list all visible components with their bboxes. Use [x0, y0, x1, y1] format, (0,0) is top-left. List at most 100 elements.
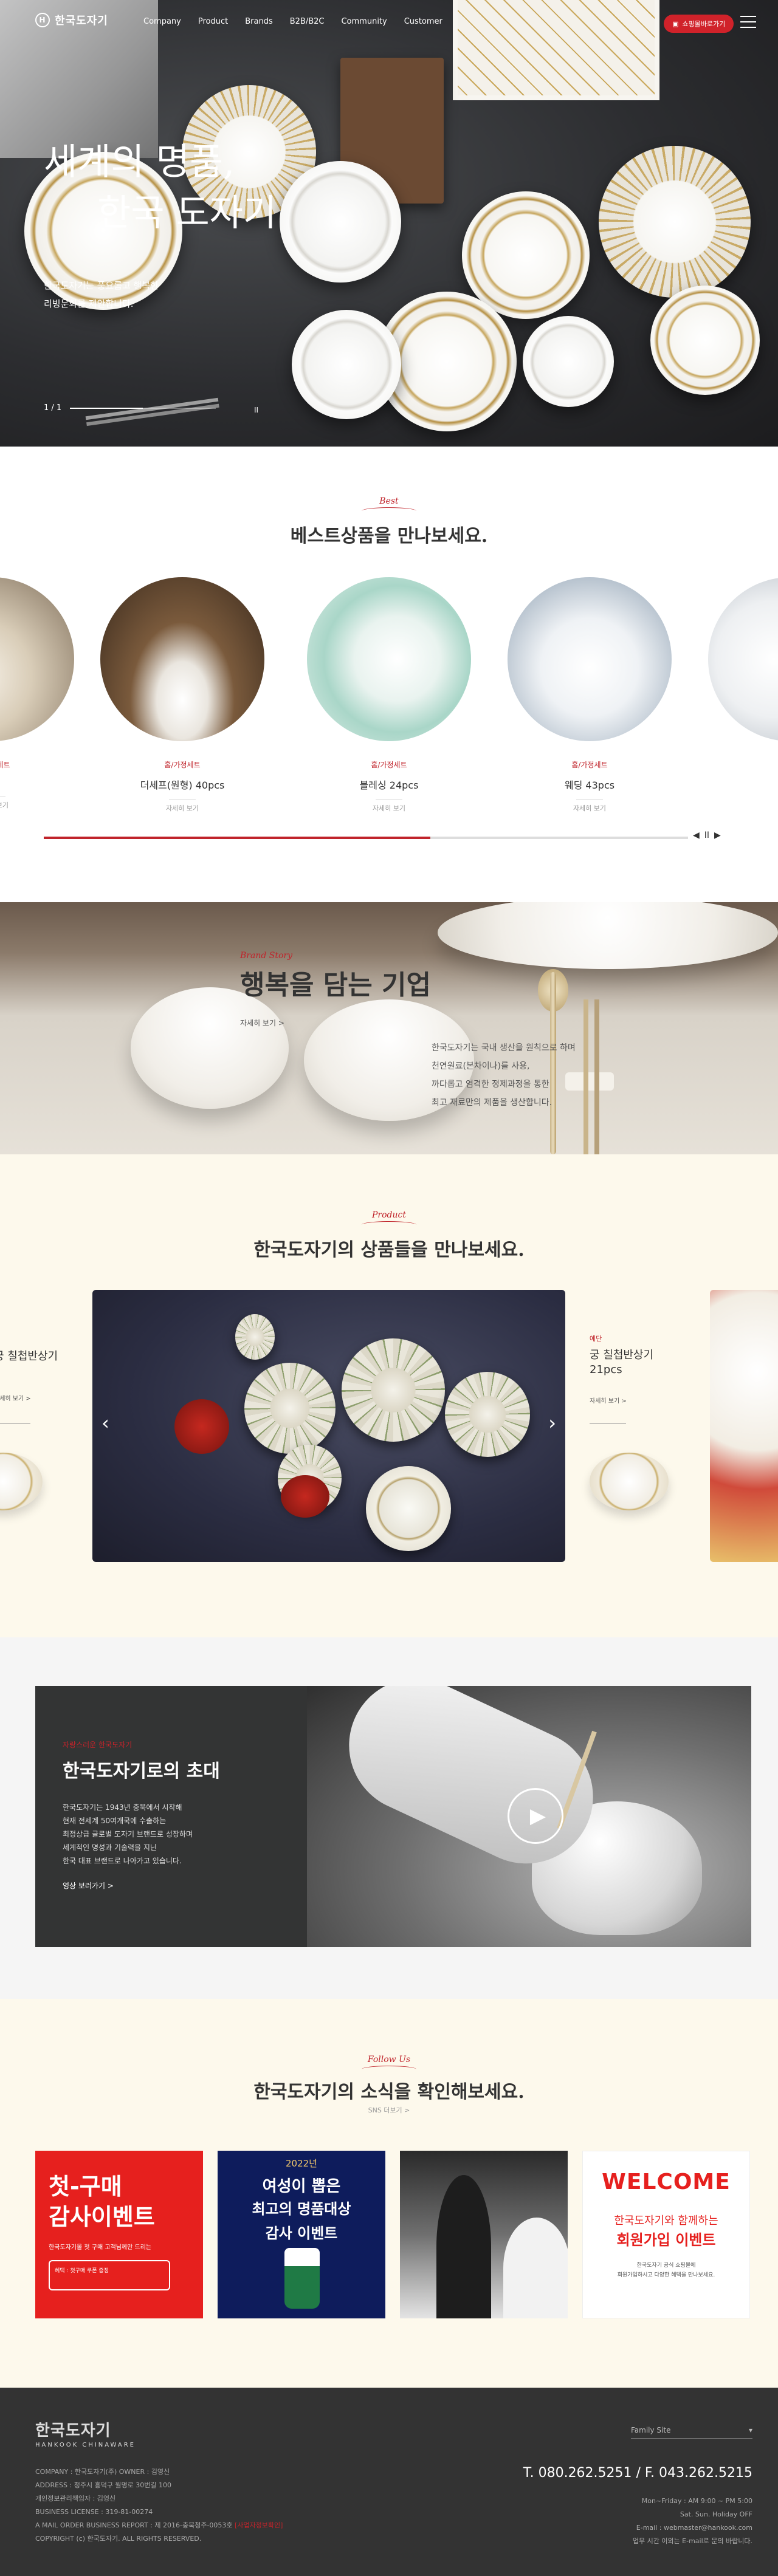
- hero-pause-button[interactable]: II: [254, 406, 258, 414]
- sns-post[interactable]: WELCOME 한국도자기와 함께하는 회원가입 이벤트 한국도자기 공식 쇼핑…: [582, 2151, 750, 2318]
- best-item[interactable]: 홈/가정세트 웨딩 43pcs 자세히 보기: [508, 577, 672, 813]
- product-plate: [244, 1363, 336, 1454]
- hero-title-line2: 한국 도자기: [97, 192, 277, 235]
- footer-hours: Mon~Friday : AM 9:00 ~ PM 5:00 Sat. Sun.…: [632, 2497, 752, 2545]
- brand-desc-line: 최고 재료만의 제품을 생산합니다.: [432, 1098, 553, 1108]
- cart-icon: ▣: [672, 20, 679, 28]
- product-main-slide[interactable]: ‹ ›: [92, 1290, 565, 1562]
- business-info-link[interactable]: [사업자정보확인]: [235, 2521, 283, 2529]
- product-side-item-right[interactable]: 예단 궁 칠첩반상기 21pcs 자세히 보기 >: [590, 1290, 705, 1562]
- nav-customer[interactable]: Customer: [404, 17, 442, 26]
- sns-post[interactable]: 2022년 여성이 뽑은 최고의 명품대상 감사 이벤트: [218, 2151, 385, 2318]
- play-icon[interactable]: ▶: [508, 1788, 563, 1844]
- lidded-bowl: [131, 987, 289, 1109]
- product-plate: [342, 1338, 445, 1442]
- best-slider-controls: ◀ II ▶: [693, 831, 721, 840]
- person-image: [436, 2175, 491, 2318]
- sns-post[interactable]: [400, 2151, 568, 2318]
- nav-community[interactable]: Community: [341, 17, 387, 26]
- hero-plate: [292, 310, 401, 419]
- hero-plate: [280, 161, 401, 283]
- nav-product[interactable]: Product: [198, 17, 228, 26]
- best-prev-button[interactable]: ◀: [693, 831, 700, 840]
- best-item-more[interactable]: 자세히 보기: [373, 799, 405, 813]
- nav-brands[interactable]: Brands: [245, 17, 273, 26]
- best-progress-fill: [44, 837, 430, 839]
- invite-box: 자랑스러운 한국도자기 한국도자기로의 초대 한국도자기는 1943년 충북에서…: [35, 1686, 751, 1947]
- invite-title: 한국도자기로의 초대: [63, 1761, 220, 1782]
- product-section: Product 한국도자기의 상품들을 만나보세요. 궁 칠첩반상기 자세히 보…: [0, 1154, 778, 1637]
- follow-title: 한국도자기의 소식을 확인해보세요.: [253, 2081, 525, 2103]
- product-plate: [366, 1466, 451, 1551]
- hero-desc-line2: 리빙문화를 제안합니다.: [44, 298, 134, 309]
- chevron-down-icon: ▾: [748, 2425, 752, 2434]
- hero-pager-count: 1 / 1: [44, 403, 62, 413]
- brand-story-section: Brand Story 행복을 담는 기업 자세히 보기 > 한국도자기는 국내…: [0, 902, 778, 1154]
- person-image: [503, 2218, 568, 2318]
- best-item-more[interactable]: 자세히 보기: [0, 796, 9, 810]
- footer-logo[interactable]: 한국도자기 HANKOOK CHINAWARE: [35, 2418, 136, 2448]
- product-side-category: 예단: [590, 1335, 602, 1343]
- brand-description: 한국도자기는 국내 생산을 원칙으로 하며 천연원료(본차이나)를 사용, 까다…: [432, 1039, 576, 1112]
- best-item[interactable]: 홈/가정세트 블레싱 24pcs 자세히 보기: [307, 577, 471, 813]
- best-item-name: pcs: [0, 777, 74, 789]
- hero-desc-line1: 한국도자기는 풍요롭고 행복한: [44, 280, 159, 291]
- best-item-name: 더세프(원형) 40pcs: [140, 779, 225, 791]
- nav-company[interactable]: Company: [143, 17, 181, 26]
- follow-section: Follow Us 한국도자기의 소식을 확인해보세요. SNS 더보기 > 첫…: [0, 1999, 778, 2388]
- product-side-more[interactable]: 자세히 보기 >: [590, 1396, 705, 1405]
- invite-video-thumbnail[interactable]: ▶: [307, 1686, 751, 1947]
- coffee-cup-icon: [284, 2248, 320, 2309]
- best-item-image: [708, 577, 778, 741]
- best-item-category: 홈/가정세트: [164, 761, 201, 769]
- best-item[interactable]: 홈/가정세트 pcs 자세히 보기: [0, 577, 74, 810]
- best-item-more[interactable]: 자세히 보기: [166, 799, 199, 813]
- best-next-button[interactable]: ▶: [714, 831, 721, 840]
- logo-text: 한국도자기: [55, 15, 108, 27]
- best-item-image: [508, 577, 672, 741]
- best-label: Best: [0, 496, 778, 515]
- brand-desc-line: 까다롭고 엄격한 정제과정을 통한: [432, 1080, 549, 1089]
- product-prev-button[interactable]: ‹: [102, 1411, 109, 1434]
- hamburger-menu-icon[interactable]: [740, 16, 756, 28]
- best-item-image: [0, 577, 74, 741]
- hero-plate: [650, 286, 760, 395]
- invite-video-link[interactable]: 영상 보러가기 >: [63, 1880, 114, 1891]
- chopsticks: [584, 999, 588, 1154]
- brand-desc-line: 천연원료(본차이나)를 사용,: [432, 1061, 530, 1071]
- brand-more-link[interactable]: 자세히 보기 >: [240, 1018, 284, 1028]
- best-item-category: 홈/가정세트: [0, 761, 10, 769]
- product-next-button[interactable]: ›: [548, 1411, 556, 1434]
- product-title: 한국도자기의 상품들을 만나보세요.: [253, 1239, 525, 1261]
- shop-button-label: 쇼핑몰바로가기: [682, 21, 726, 28]
- product-side-image: [0, 1453, 43, 1510]
- bowl: [438, 902, 778, 969]
- invite-text-panel: 자랑스러운 한국도자기 한국도자기로의 초대 한국도자기는 1943년 충북에서…: [35, 1686, 307, 1947]
- shop-button[interactable]: ▣ 쇼핑몰바로가기: [664, 15, 734, 33]
- family-site-select[interactable]: Family Site ▾: [631, 2422, 752, 2439]
- hero-plate: [523, 316, 614, 407]
- best-item[interactable]: [708, 577, 778, 741]
- nav-b2b[interactable]: B2B/B2C: [290, 17, 325, 26]
- hero-title-line1: 세계의 명품,: [44, 141, 235, 183]
- brand-desc-line: 한국도자기는 국내 생산을 원칙으로 하며: [432, 1043, 576, 1053]
- best-item-more[interactable]: 자세히 보기: [573, 799, 606, 813]
- product-side-name: 궁 칠첩반상기 21pcs: [590, 1349, 654, 1376]
- best-title: 베스트상품을 만나보세요.: [290, 526, 488, 547]
- hero-progress-fill: [70, 407, 143, 409]
- best-section: Best 베스트상품을 만나보세요. 홈/가정세트 pcs 자세히 보기 홈/가…: [0, 447, 778, 890]
- best-item-category: 홈/가정세트: [371, 761, 407, 769]
- product-side-image: [590, 1453, 669, 1510]
- sns-more-link[interactable]: SNS 더보기 >: [0, 2105, 778, 2115]
- sns-post[interactable]: 첫-구매 감사이벤트 한국도자기몰 첫 구매 고객님께만 드리는 혜택 : 첫구…: [35, 2151, 203, 2318]
- best-pause-button[interactable]: II: [704, 831, 709, 840]
- product-plate: [445, 1372, 530, 1457]
- berry-cluster: [281, 1475, 329, 1518]
- invite-description: 한국도자기는 1943년 충북에서 시작해 현재 전세계 50여개국에 수출하는…: [63, 1803, 193, 1865]
- hero-section: H 한국도자기 Company Product Brands B2B/B2C C…: [0, 0, 778, 447]
- best-item[interactable]: 홈/가정세트 더세프(원형) 40pcs 자세히 보기: [100, 577, 264, 813]
- hero-description: 한국도자기는 풍요롭고 행복한 리빙문화를 제안합니다.: [44, 276, 159, 313]
- brand-label: Brand Story: [240, 951, 293, 961]
- product-plate: [235, 1314, 275, 1360]
- logo[interactable]: H 한국도자기: [35, 12, 108, 28]
